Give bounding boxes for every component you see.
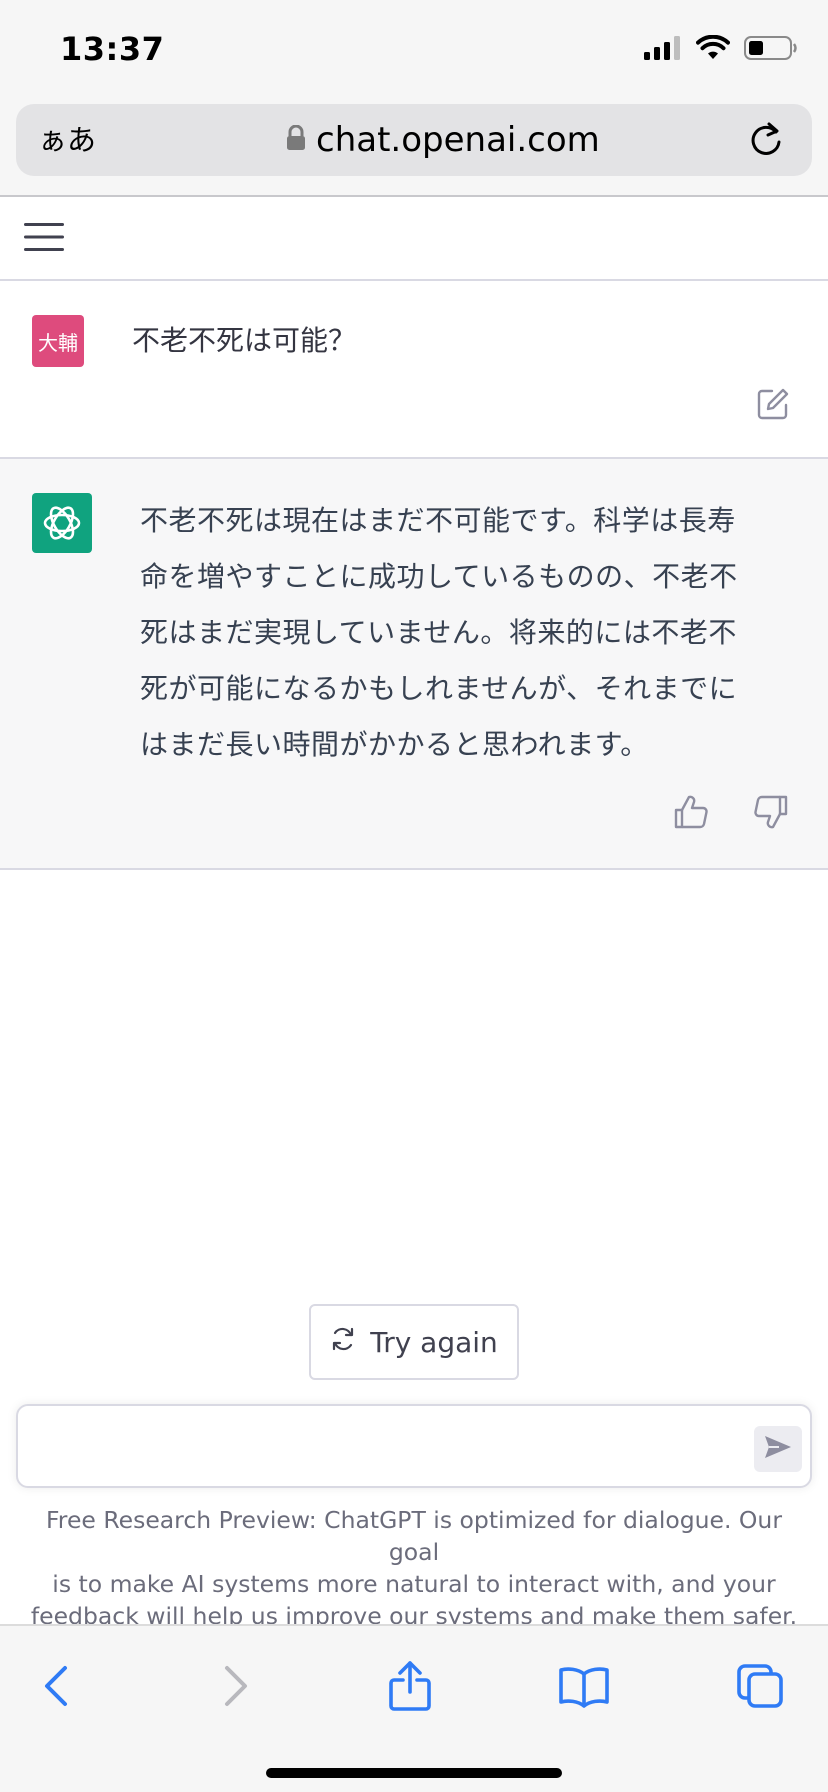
reader-settings-button[interactable]: ぁあ xyxy=(38,118,96,162)
send-button[interactable] xyxy=(754,1426,802,1472)
disclaimer-text: Free Research Preview: ChatGPT is optimi… xyxy=(24,1504,804,1632)
screen: 13:37 ぁあ chat.openai.com 大輔 不老不死は可能？ 不老不… xyxy=(0,0,828,1792)
wifi-icon xyxy=(696,34,730,65)
try-again-label: Try again xyxy=(370,1325,498,1359)
browser-top-bar: ぁあ chat.openai.com xyxy=(0,96,828,197)
assistant-text-line: 不老不死は現在はまだ不可能です。科学は長寿 xyxy=(140,504,736,537)
disclaimer-line: is to make AI systems more natural to in… xyxy=(52,1570,776,1598)
chat-input[interactable] xyxy=(34,1416,734,1476)
share-icon[interactable] xyxy=(382,1658,438,1714)
forward-icon[interactable] xyxy=(208,1658,264,1714)
battery-icon xyxy=(744,35,798,65)
user-message-text: 不老不死は可能？ xyxy=(132,324,357,357)
status-bar: 13:37 xyxy=(0,0,828,96)
lock-icon xyxy=(286,124,306,155)
cellular-signal-icon xyxy=(644,36,682,64)
status-icons xyxy=(644,34,798,66)
user-avatar: 大輔 xyxy=(32,315,84,367)
assistant-text-line: 命を増やすことに成功しているものの、不老不 xyxy=(140,560,738,593)
url-display[interactable]: chat.openai.com xyxy=(286,116,600,164)
refresh-icon xyxy=(330,1326,356,1359)
feedback-buttons xyxy=(672,793,790,831)
assistant-text-line: 死が可能になるかもしれませんが、それまでに xyxy=(140,672,738,705)
status-time: 13:37 xyxy=(60,30,165,68)
assistant-text-line: はまだ長い時間がかかると思われます。 xyxy=(140,728,649,761)
reload-icon[interactable] xyxy=(746,120,786,160)
url-text: chat.openai.com xyxy=(316,120,600,160)
url-bar[interactable]: ぁあ chat.openai.com xyxy=(16,104,812,176)
tabs-icon[interactable] xyxy=(732,1658,788,1714)
try-again-button[interactable]: Try again xyxy=(309,1304,519,1380)
assistant-message: 不老不死は現在はまだ不可能です。科学は長寿 命を増やすことに成功しているものの、… xyxy=(0,459,828,870)
bookmarks-icon[interactable] xyxy=(556,1658,612,1714)
edit-icon[interactable] xyxy=(756,387,790,421)
assistant-message-text: 不老不死は現在はまだ不可能です。科学は長寿 命を増やすことに成功しているものの、… xyxy=(140,493,780,773)
home-indicator[interactable] xyxy=(266,1768,562,1778)
app-header xyxy=(0,197,828,281)
chatgpt-logo-icon xyxy=(32,493,92,553)
assistant-text-line: 死はまだ実現していません。将来的には不老不 xyxy=(140,616,737,649)
hamburger-menu-icon[interactable] xyxy=(24,221,64,253)
user-message: 大輔 不老不死は可能？ xyxy=(0,281,828,459)
browser-bottom-toolbar xyxy=(0,1624,828,1792)
chat-input-container xyxy=(16,1404,812,1488)
thumbs-down-icon[interactable] xyxy=(752,793,790,831)
send-icon xyxy=(763,1434,793,1464)
thumbs-up-icon[interactable] xyxy=(672,793,710,831)
back-icon[interactable] xyxy=(28,1658,84,1714)
disclaimer-line: Free Research Preview: ChatGPT is optimi… xyxy=(46,1506,782,1566)
